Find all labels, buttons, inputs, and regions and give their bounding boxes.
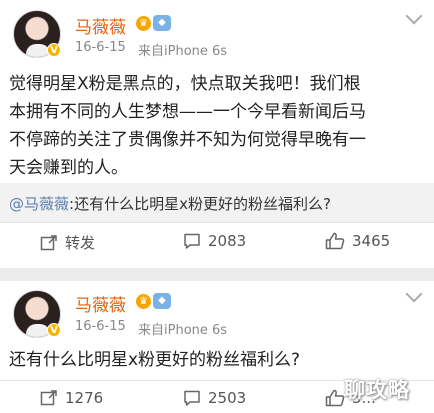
watermark-logo: 聊攻略 — [344, 378, 410, 402]
content-line: 还有什么比明星x粉更好的粉丝福利么? — [9, 350, 301, 370]
verified-badge-icon: V — [47, 323, 61, 337]
thumbs-up-icon — [325, 389, 345, 407]
verified-badge-icon: V — [47, 43, 61, 57]
post-content: 觉得明星X粉是黑点的，快点取关我吧！我们根 本拥有不同的人生梦想——一个今早看新… — [9, 70, 366, 182]
repost-icon — [40, 390, 57, 406]
chevron-down-icon[interactable] — [405, 7, 423, 25]
chevron-down-icon[interactable] — [405, 285, 423, 303]
quoted-post-text: @马薇薇:还有什么比明星x粉更好的粉丝福利么? — [9, 193, 331, 214]
repost-label: 转发 — [65, 234, 96, 252]
post-source: 来自iPhone 6s — [138, 323, 228, 338]
post-time: 16-6-15 — [75, 319, 126, 334]
like-button[interactable]: 3465 — [325, 232, 390, 250]
repost-button[interactable]: 转发 — [40, 232, 95, 253]
comment-icon — [184, 233, 200, 249]
comment-button[interactable]: 2083 — [183, 232, 246, 250]
post-source: 来自iPhone 6s — [138, 44, 228, 59]
comment-count: 2083 — [208, 232, 247, 250]
comment-icon — [184, 390, 200, 406]
content-line: 天会赚到的人。 — [9, 158, 128, 178]
post-content: 还有什么比明星x粉更好的粉丝福利么? — [9, 346, 300, 374]
weibo-post-1: V 马薇薇 ♛ ◆ 16-6-15 来自iPhone 6s 觉得明星X粉是黑点的… — [0, 0, 434, 268]
content-line: 觉得明星X粉是黑点的，快点取关我吧！我们根 — [9, 74, 361, 94]
vip-crown-icon: ♛ — [136, 294, 151, 309]
member-icon: ◆ — [153, 15, 171, 31]
divider — [0, 222, 434, 223]
content-line: 本拥有不同的人生梦想——一个今早看新闻后马 — [9, 102, 366, 122]
quoted-text: :还有什么比明星x粉更好的粉丝福利么? — [69, 195, 331, 213]
mention-link[interactable]: @马薇薇 — [9, 195, 69, 213]
comment-button[interactable]: 2503 — [183, 389, 246, 407]
comment-count: 2503 — [208, 389, 247, 407]
repost-icon — [40, 234, 57, 250]
author-name[interactable]: 马薇薇 — [75, 291, 126, 316]
vip-crown-icon: ♛ — [136, 16, 151, 31]
content-line: 不停蹄的关注了贵偶像并不知为何觉得早晚有一 — [9, 130, 366, 150]
thumbs-up-icon — [325, 232, 345, 250]
repost-button[interactable]: 1276 — [40, 389, 103, 407]
post-time: 16-6-15 — [75, 40, 126, 55]
author-name[interactable]: 马薇薇 — [75, 13, 126, 38]
member-icon: ◆ — [153, 293, 171, 309]
quoted-post[interactable]: @马薇薇:还有什么比明星x粉更好的粉丝福利么? — [0, 183, 434, 222]
like-count: 3465 — [352, 232, 391, 250]
repost-count: 1276 — [65, 389, 104, 407]
